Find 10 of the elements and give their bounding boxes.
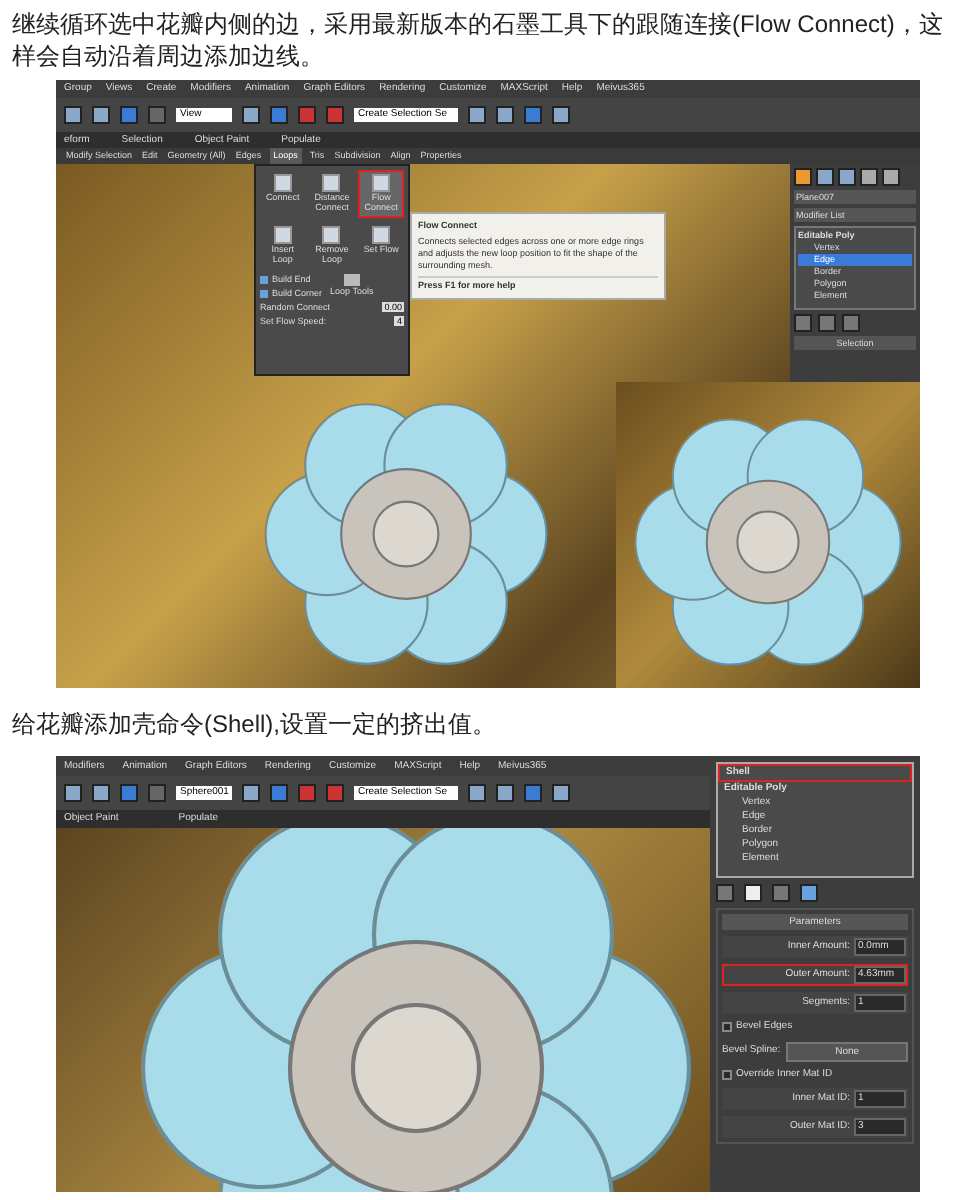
checkbox[interactable] <box>722 1069 732 1080</box>
checkbox[interactable] <box>722 1022 732 1033</box>
tool-icon <box>322 174 341 192</box>
paragraph: 给花瓣添加壳命令(Shell),设置一定的挤出值。 <box>10 708 499 742</box>
tool-icon <box>273 226 292 244</box>
tool-icon <box>372 226 391 244</box>
tool-icon <box>372 174 391 192</box>
tool-icon <box>273 174 292 192</box>
tool-icon <box>322 226 341 244</box>
paragraph: 继续循环选中花瓣内侧的边，采用最新版本的石墨工具下的跟随连接(Flow Connect)，这样会自动沿着周边添加边线。 <box>10 8 945 74</box>
